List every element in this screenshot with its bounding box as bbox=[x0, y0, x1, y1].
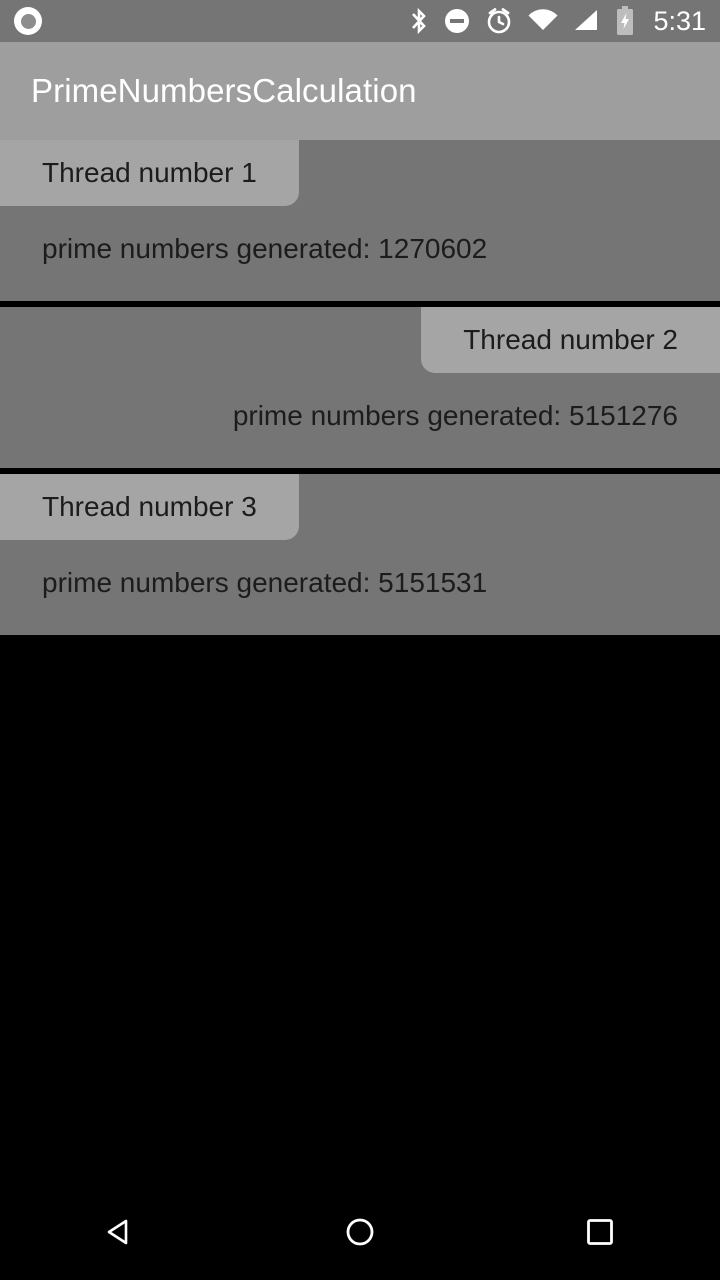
app-title: PrimeNumbersCalculation bbox=[31, 72, 417, 109]
thread-label: Thread number 1 bbox=[0, 140, 299, 206]
recents-square-icon bbox=[587, 1219, 613, 1245]
battery-charging-icon bbox=[617, 6, 634, 35]
thread-prime-count: prime numbers generated: 1270602 bbox=[42, 233, 488, 264]
thread-row: Thread number 1 prime numbers generated:… bbox=[0, 140, 720, 301]
home-button[interactable] bbox=[300, 1184, 420, 1280]
status-bar-system-icons: 5:31 bbox=[409, 6, 706, 36]
status-bar: 5:31 bbox=[0, 0, 720, 42]
thread-prime-count: prime numbers generated: 5151276 bbox=[232, 400, 678, 431]
do-not-disturb-icon bbox=[445, 9, 470, 33]
phone-screen: 5:31 PrimeNumbersCalculation Thread numb… bbox=[0, 0, 720, 1280]
thread-list: Thread number 1 prime numbers generated:… bbox=[0, 140, 720, 635]
thread-prime-count: prime numbers generated: 5151531 bbox=[42, 567, 488, 598]
bluetooth-icon bbox=[412, 7, 427, 35]
thread-row: Thread number 2 prime numbers generated:… bbox=[0, 307, 720, 468]
thread-label: Thread number 3 bbox=[0, 474, 299, 540]
status-bar-notifications bbox=[14, 7, 42, 35]
alarm-clock-icon bbox=[488, 8, 511, 34]
recents-button[interactable] bbox=[540, 1184, 660, 1280]
home-circle-icon bbox=[346, 1218, 374, 1246]
back-button[interactable] bbox=[60, 1184, 180, 1280]
back-triangle-icon bbox=[107, 1219, 128, 1245]
status-bar-clock: 5:31 bbox=[653, 5, 706, 36]
thread-label: Thread number 2 bbox=[421, 307, 720, 373]
circle-notification-icon bbox=[14, 7, 42, 35]
app-bar: PrimeNumbersCalculation bbox=[0, 42, 720, 140]
thread-row: Thread number 3 prime numbers generated:… bbox=[0, 474, 720, 635]
wifi-icon bbox=[528, 9, 558, 30]
cellular-signal-icon bbox=[575, 10, 598, 30]
navigation-bar bbox=[0, 1184, 720, 1280]
